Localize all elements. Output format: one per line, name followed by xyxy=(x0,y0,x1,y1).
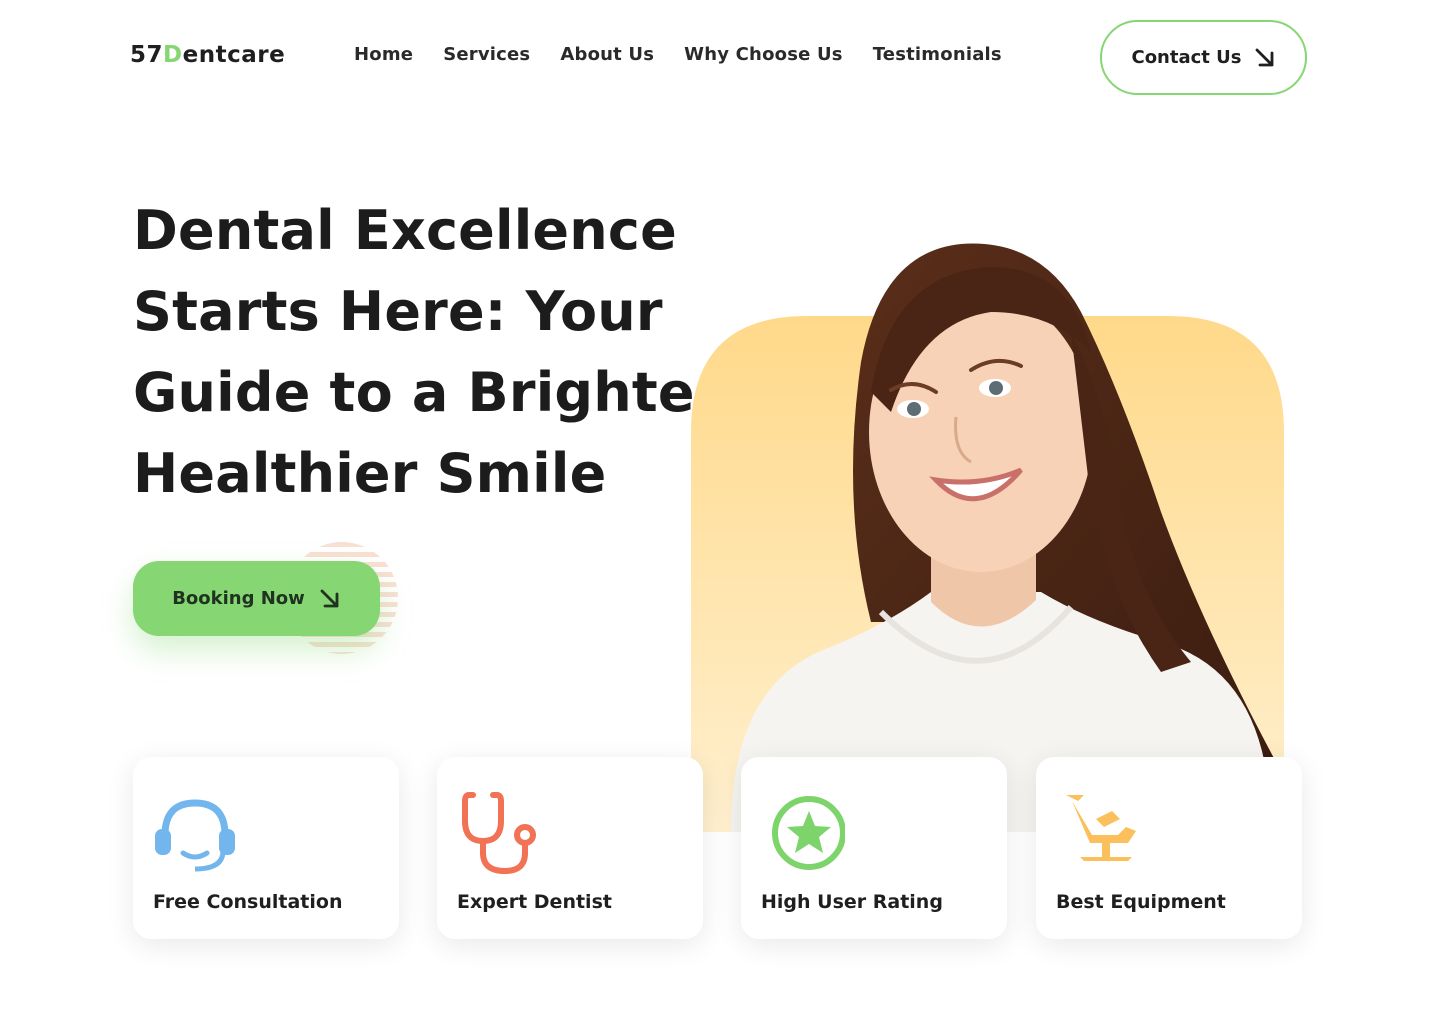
booking-now-label: Booking Now xyxy=(172,588,305,609)
feature-card-best-equipment[interactable]: Best Equipment xyxy=(1036,757,1302,939)
logo-prefix: 57 xyxy=(130,42,164,68)
nav-item-why-choose-us[interactable]: Why Choose Us xyxy=(684,44,843,65)
feature-label: Free Consultation xyxy=(153,891,343,913)
contact-us-label: Contact Us xyxy=(1131,47,1242,68)
booking-now-button[interactable]: Booking Now xyxy=(133,561,380,636)
nav-item-about-us[interactable]: About Us xyxy=(560,44,654,65)
dental-chair-icon xyxy=(1056,791,1140,875)
nav-item-services[interactable]: Services xyxy=(443,44,530,65)
star-badge-icon xyxy=(761,791,846,875)
feature-card-expert-dentist[interactable]: Expert Dentist xyxy=(437,757,703,939)
arrow-down-right-icon xyxy=(319,588,341,610)
nav-item-home[interactable]: Home xyxy=(354,44,413,65)
logo-accent-letter: D xyxy=(163,42,183,68)
logo-suffix: entcare xyxy=(182,42,286,68)
hero-woman-image xyxy=(691,242,1284,832)
feature-card-free-consultation[interactable]: Free Consultation xyxy=(133,757,399,939)
main-nav: Home Services About Us Why Choose Us Tes… xyxy=(354,44,1002,65)
feature-label: High User Rating xyxy=(761,891,943,913)
feature-label: Best Equipment xyxy=(1056,891,1226,913)
stethoscope-icon xyxy=(457,791,541,875)
contact-us-button[interactable]: Contact Us xyxy=(1100,20,1307,95)
feature-card-high-user-rating[interactable]: High User Rating xyxy=(741,757,1007,939)
headset-icon xyxy=(153,791,237,875)
arrow-down-right-icon xyxy=(1254,47,1276,69)
nav-item-testimonials[interactable]: Testimonials xyxy=(873,44,1002,65)
feature-label: Expert Dentist xyxy=(457,891,612,913)
brand-logo[interactable]: 57Dentcare xyxy=(130,42,285,68)
